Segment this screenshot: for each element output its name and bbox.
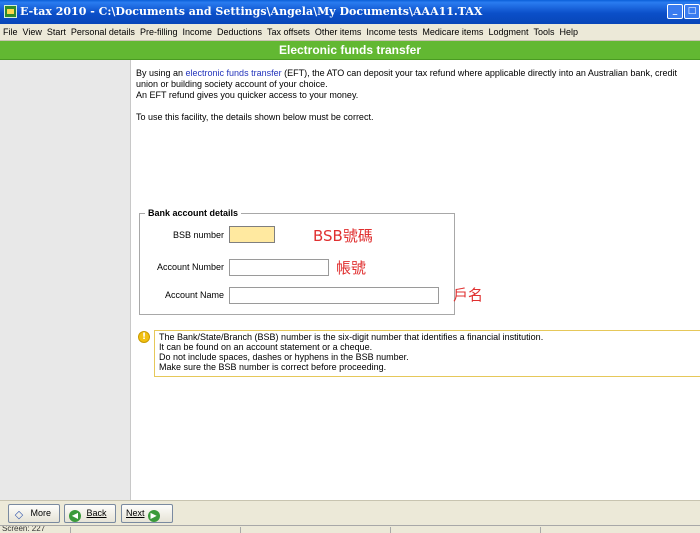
account-name-annotation: 戶名 [453, 286, 484, 304]
info-line: Do not include spaces, dashes or hyphens… [159, 352, 409, 362]
maximize-button[interactable]: □ [684, 4, 700, 19]
menu-pre-filling[interactable]: Pre-filling [137, 24, 180, 41]
status-bar: Screen: 227 [0, 525, 700, 533]
account-number-label: Account Number [156, 262, 224, 272]
menu-other-items[interactable]: Other items [312, 24, 364, 41]
next-button[interactable]: Next ▶ [121, 504, 173, 523]
menu-tools[interactable]: Tools [530, 24, 556, 41]
window-title: E-tax 2010 - C:\Documents and Settings\A… [20, 5, 483, 18]
etax-app-icon[interactable] [4, 5, 17, 18]
account-name-label: Account Name [164, 290, 224, 300]
menu-lodgment[interactable]: Lodgment [485, 24, 530, 41]
account-name-input[interactable] [229, 287, 439, 304]
main-content: By using an electronic funds transfer (E… [131, 60, 700, 500]
arrow-right-icon: ▶ [147, 510, 160, 522]
left-panel [0, 60, 131, 500]
account-number-annotation: 帳號 [336, 259, 367, 277]
page-title: Electronic funds transfer [0, 41, 700, 60]
menu-bar: File View Start Personal details Pre-filling… [0, 24, 700, 41]
title-bar: E-tax 2010 - C:\Documents and Settings\A… [0, 0, 700, 24]
back-button-label: Back [86, 508, 107, 518]
menu-personal-details[interactable]: Personal details [68, 24, 137, 41]
info-line: Make sure the BSB number is correct befo… [159, 362, 387, 372]
bsb-annotation: BSB號碼 [313, 227, 373, 245]
menu-income[interactable]: Income [179, 24, 214, 41]
more-button-label: More [30, 508, 52, 518]
intro-paragraph-3: To use this facility, the details shown … [136, 112, 374, 122]
menu-medicare-items[interactable]: Medicare items [419, 24, 485, 41]
status-divider [240, 527, 241, 533]
intro-paragraph-2: An EFT refund gives you quicker access t… [136, 90, 359, 100]
bank-account-details-group: Bank account details BSB number Account … [139, 208, 455, 315]
menu-file[interactable]: File [0, 24, 20, 41]
warning-icon: ! [138, 331, 150, 343]
intro-text-before-link: By using an [136, 68, 186, 78]
status-screen-number: Screen: 227 [2, 525, 46, 533]
navigation-bar: ◇ More ◀ Back Next ▶ [0, 500, 700, 525]
info-line: It can be found on an account statement … [159, 342, 373, 352]
eft-link[interactable]: electronic funds transfer [186, 68, 282, 78]
back-button[interactable]: ◀ Back [64, 504, 116, 523]
intro-text: By using an electronic funds transfer (E… [136, 68, 696, 123]
status-divider [540, 527, 541, 533]
bank-account-details-legend: Bank account details [145, 208, 242, 218]
bsb-number-label: BSB number [172, 230, 224, 240]
next-button-label: Next [126, 508, 145, 518]
menu-help[interactable]: Help [556, 24, 580, 41]
more-button[interactable]: ◇ More [8, 504, 60, 523]
status-divider [390, 527, 391, 533]
status-divider [70, 527, 71, 533]
intro-paragraph-1: By using an electronic funds transfer (E… [136, 68, 696, 90]
bsb-info-box: The Bank/State/Branch (BSB) number is th… [154, 330, 700, 377]
arrow-left-icon: ◀ [69, 510, 81, 522]
menu-deductions[interactable]: Deductions [214, 24, 264, 41]
account-number-input[interactable] [229, 259, 329, 276]
menu-tax-offsets[interactable]: Tax offsets [264, 24, 312, 41]
menu-income-tests[interactable]: Income tests [363, 24, 419, 41]
diamond-icon: ◇ [14, 508, 24, 521]
bsb-number-input[interactable] [229, 226, 275, 243]
menu-start[interactable]: Start [44, 24, 68, 41]
info-line: The Bank/State/Branch (BSB) number is th… [159, 332, 544, 342]
menu-view[interactable]: View [20, 24, 44, 41]
minimize-button[interactable]: _ [667, 4, 683, 19]
